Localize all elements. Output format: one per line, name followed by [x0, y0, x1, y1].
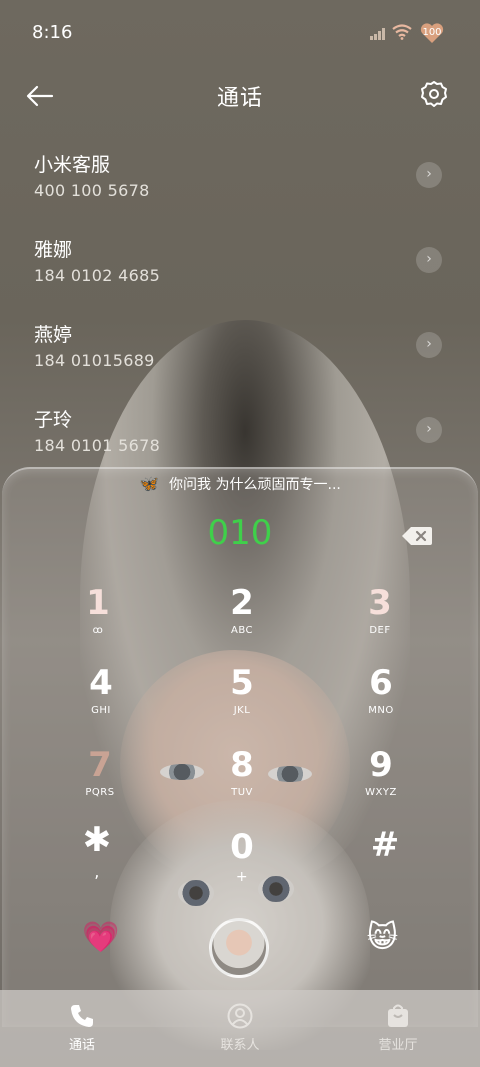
list-item[interactable]: 小米客服 400 100 5678 ›	[0, 140, 480, 225]
voicemail-icon: ꝏ	[92, 625, 104, 636]
key-0[interactable]: 0 +	[197, 827, 287, 899]
contact-number: 184 0102 4685	[34, 266, 161, 285]
page-title: 通话	[216, 86, 263, 111]
key-3[interactable]: 3 DEF	[335, 583, 425, 655]
banner-text: 你问我 为什么顽固而专一...	[169, 477, 341, 493]
recent-contacts-list: 小米客服 400 100 5678 › 雅娜 184 0102 4685 › 燕…	[0, 140, 480, 480]
butterfly-icon: 🦋	[139, 474, 160, 493]
gear-icon[interactable]	[420, 80, 448, 108]
chevron-right-icon[interactable]: ›	[416, 162, 442, 188]
key-9[interactable]: 9 WXYZ	[336, 745, 426, 817]
key-letters: ,	[94, 862, 100, 881]
signal-icon	[370, 28, 385, 40]
contact-name: 子玲	[34, 409, 73, 431]
key-letters: ABC	[230, 625, 253, 636]
key-letters: DEF	[369, 625, 391, 636]
key-7[interactable]: 7 PQRS	[55, 745, 145, 817]
chevron-right-icon[interactable]: ›	[416, 332, 442, 358]
contact-name: 小米客服	[34, 154, 111, 176]
list-item[interactable]: 燕婷 184 01015689 ›	[0, 310, 480, 395]
key-letters: GHI	[91, 705, 111, 716]
person-icon	[227, 1003, 253, 1029]
key-letters: MNO	[368, 705, 394, 716]
key-digit: 6	[369, 663, 393, 703]
dialer-banner: 🦋 你问我 为什么顽固而专一...	[0, 474, 480, 494]
cat-emoji-icon[interactable]: 😸	[367, 920, 398, 955]
key-8[interactable]: 8 TUV	[197, 745, 287, 817]
key-digit: #	[370, 825, 400, 865]
key-hash[interactable]: #	[340, 825, 430, 897]
bottom-tab-bar: 通话 联系人 营业厅	[0, 990, 480, 1067]
key-1[interactable]: 1 ꝏ	[53, 583, 143, 655]
contact-number: 184 01015689	[34, 351, 155, 370]
contact-name: 雅娜	[34, 239, 73, 261]
key-letters: PQRS	[85, 787, 115, 798]
phone-icon	[71, 1005, 93, 1027]
tab-label: 联系人	[220, 1038, 260, 1053]
key-6[interactable]: 6 MNO	[336, 663, 426, 735]
chevron-right-icon[interactable]: ›	[416, 247, 442, 273]
key-star[interactable]: ✱ ,	[52, 820, 142, 892]
key-digit: 4	[89, 663, 113, 703]
backspace-icon[interactable]	[402, 527, 432, 545]
battery-indicator: 100	[420, 22, 444, 44]
key-4[interactable]: 4 GHI	[56, 663, 146, 735]
chevron-right-icon[interactable]: ›	[416, 417, 442, 443]
status-time: 8:16	[32, 22, 73, 43]
key-letters: WXYZ	[365, 787, 397, 798]
list-item[interactable]: 雅娜 184 0102 4685 ›	[0, 225, 480, 310]
key-5[interactable]: 5 JKL	[197, 663, 287, 735]
shopping-bag-icon	[388, 1004, 408, 1027]
key-digit: 0	[230, 827, 254, 867]
key-2[interactable]: 2 ABC	[197, 583, 287, 655]
key-digit: 1	[86, 583, 110, 623]
key-digit: 3	[368, 583, 392, 623]
battery-level: 100	[422, 27, 442, 38]
app-header: 通话	[0, 72, 480, 120]
key-digit: ✱	[82, 820, 112, 860]
tab-contacts[interactable]: 联系人	[160, 990, 320, 1053]
key-letters: +	[235, 869, 249, 885]
contact-number: 400 100 5678	[34, 181, 150, 200]
tab-service-hall[interactable]: 营业厅	[318, 990, 478, 1053]
key-digit: 9	[369, 745, 393, 785]
wifi-icon	[392, 24, 412, 40]
heart-emoji-icon[interactable]: 💗	[82, 920, 119, 955]
tab-label: 通话	[68, 1038, 95, 1053]
contact-name: 燕婷	[34, 324, 73, 346]
key-letters: JKL	[233, 705, 251, 716]
key-digit: 2	[230, 583, 254, 623]
key-digit: 5	[230, 663, 254, 703]
tab-calls[interactable]: 通话	[2, 990, 162, 1053]
key-digit: 7	[88, 745, 112, 785]
key-letters: TUV	[231, 787, 253, 798]
tab-label: 营业厅	[378, 1038, 418, 1053]
call-button[interactable]	[209, 918, 269, 978]
contact-number: 184 0101 5678	[34, 436, 161, 455]
key-digit: 8	[230, 745, 254, 785]
status-bar: 8:16 100	[0, 0, 480, 64]
